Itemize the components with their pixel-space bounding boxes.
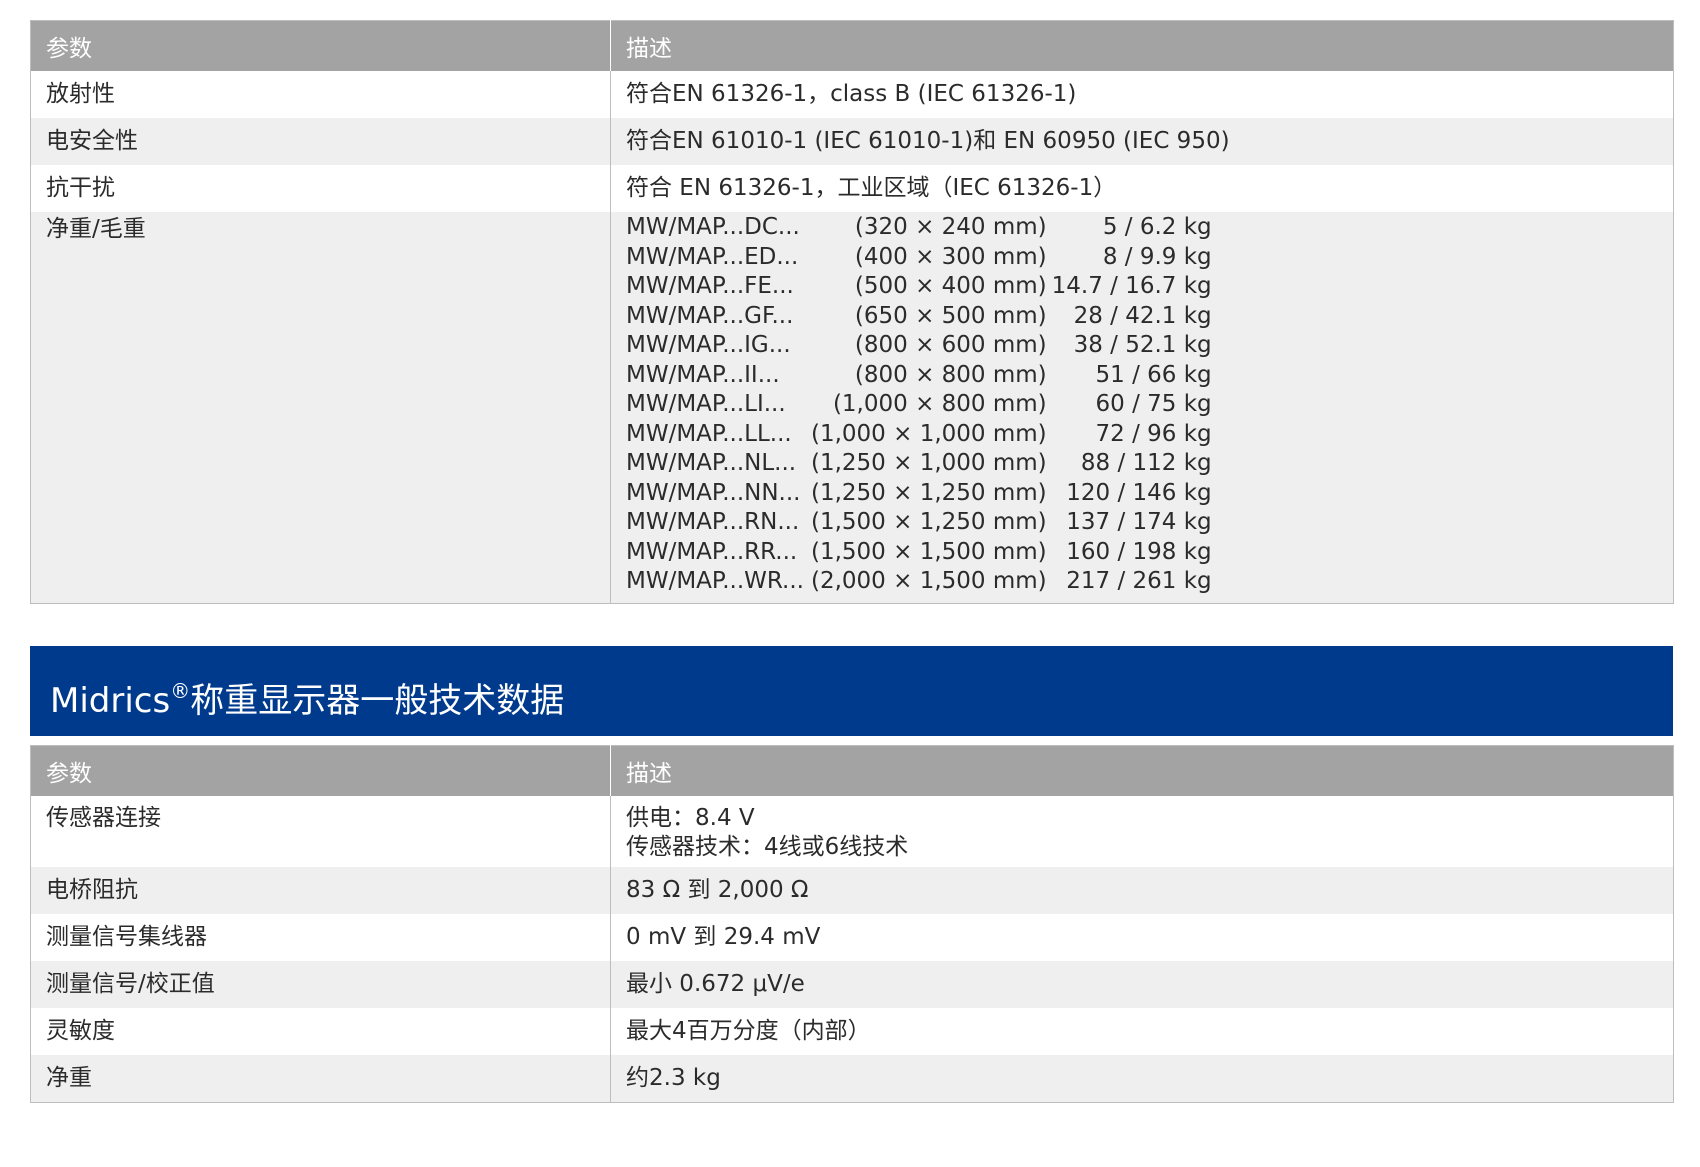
weight-row: MW/MAP...RN... (1,500 × 1,250 mm) 137 / 17…: [626, 508, 1212, 538]
section-title-suffix: 称重显示器一般技术数据: [190, 681, 565, 721]
param-cell: 净重/毛重: [30, 212, 611, 603]
desc-cell: 符合EN 61326-1，class B (IEC 61326-1): [610, 71, 1674, 118]
table-row: 测量信号/校正值 最小 0.672 μV/e: [30, 961, 1674, 1008]
table-row: 测量信号集线器 0 mV 到 29.4 mV: [31, 914, 1674, 961]
net-gross-weight: 120 / 146 kg: [1066, 479, 1212, 506]
net-gross-weight: 51 / 66 kg: [1095, 361, 1212, 388]
param-cell: 净重: [30, 1055, 611, 1103]
table-row: 灵敏度 最大4百万分度（内部）: [31, 1008, 1674, 1055]
desc-line: 传感器技术：4线或6线技术: [626, 834, 909, 860]
weight-row: MW/MAP...WR... (2,000 × 1,500 mm) 217 / 26…: [626, 567, 1212, 597]
platform-dimensions: (800 × 800 mm): [854, 361, 1047, 388]
model-code: MW/MAP...WR...: [626, 568, 804, 594]
weight-row: MW/MAP...GF... (650 × 500 mm) 28 / 42.1 kg: [626, 302, 1212, 332]
weight-row: MW/MAP...NN... (1,250 × 1,250 mm) 120 / 14…: [626, 479, 1212, 509]
model-code: MW/MAP...NL...: [626, 450, 797, 476]
weight-list-cell: MW/MAP...DC... (320 × 240 mm) 5 / 6.2 kg MW…: [610, 212, 1674, 603]
platform-dimensions: (1,500 × 1,250 mm): [811, 509, 1047, 535]
desc-cell: 83 Ω 到 2,000 Ω: [610, 867, 1674, 914]
weight-row: MW/MAP...IG... (800 × 600 mm) 38 / 52.1 kg: [626, 331, 1212, 361]
platform-dimensions: (400 × 300 mm): [854, 243, 1047, 270]
table-row: 电安全性 符合EN 61010-1 (IEC 61010-1)和 EN 6095…: [30, 118, 1674, 165]
desc-cell: 最大4百万分度（内部）: [610, 1008, 1674, 1055]
table-row: 净重/毛重 MW/MAP...DC... (320 × 240 mm) 5 / 6.…: [30, 212, 1674, 603]
weight-row: MW/MAP...DC... (320 × 240 mm) 5 / 6.2 kg: [626, 213, 1212, 243]
weight-row: MW/MAP...FE... (500 × 400 mm) 14.7 / 16.7 …: [626, 272, 1212, 302]
param-cell: 抗干扰: [46, 175, 115, 201]
param-cell: 电桥阻抗: [30, 867, 611, 914]
param-cell: 电安全性: [30, 118, 611, 165]
model-code: MW/MAP...RN...: [626, 509, 800, 535]
registered-mark: ®: [170, 679, 191, 703]
column-header-desc: 描述: [610, 20, 1674, 71]
net-gross-weight: 72 / 96 kg: [1095, 420, 1212, 447]
weight-row: MW/MAP...RR... (1,500 × 1,500 mm) 160 / 19…: [626, 538, 1212, 568]
param-cell: 测量信号集线器: [46, 924, 207, 950]
net-gross-weight: 60 / 75 kg: [1095, 391, 1212, 417]
param-cell: 灵敏度: [46, 1018, 115, 1044]
net-gross-weight: 28 / 42.1 kg: [1073, 302, 1212, 329]
net-gross-weight: 217 / 261 kg: [1066, 568, 1212, 594]
platform-dimensions: (320 × 240 mm): [854, 214, 1047, 240]
net-gross-weight: 5 / 6.2 kg: [1102, 214, 1212, 240]
param-cell: 测量信号/校正值: [30, 961, 611, 1008]
platform-dimensions: (650 × 500 mm): [854, 302, 1047, 329]
weight-row: MW/MAP...LL... (1,000 × 1,000 mm) 72 / 96 …: [626, 420, 1212, 450]
table-header-row: 参数 描述: [30, 20, 1674, 71]
section-title-prefix: Midrics: [50, 681, 171, 721]
section-title-banner: Midrics®称重显示器一般技术数据: [30, 646, 1673, 736]
platform-dimensions: (1,500 × 1,500 mm): [811, 538, 1047, 565]
table-header-row: 参数 描述: [30, 745, 1674, 796]
model-code: MW/MAP...NN...: [626, 479, 801, 506]
desc-cell: 约2.3 kg: [610, 1055, 1674, 1103]
platform-dimensions: (800 × 600 mm): [854, 332, 1047, 358]
platform-dimensions: (1,250 × 1,000 mm): [811, 450, 1047, 476]
param-cell: 放射性: [46, 81, 115, 107]
desc-cell: 最小 0.672 μV/e: [610, 961, 1674, 1008]
model-code: MW/MAP...II...: [626, 361, 780, 388]
column-header-param: 参数: [30, 20, 611, 71]
table-row: 传感器连接 供电：8.4 V 传感器技术：4线或6线技术: [31, 796, 1674, 867]
model-code: MW/MAP...LI...: [626, 391, 786, 417]
spec-table-general: 参数 描述 放射性 符合EN 61326-1，class B (IEC 6132…: [30, 20, 1674, 604]
desc-line: 供电：8.4 V: [626, 805, 755, 831]
table-row: 净重 约2.3 kg: [30, 1055, 1674, 1103]
weight-row: MW/MAP...ED... (400 × 300 mm) 8 / 9.9 kg: [626, 243, 1212, 273]
net-gross-weight: 8 / 9.9 kg: [1102, 243, 1212, 270]
param-cell: 传感器连接: [46, 805, 161, 831]
net-gross-weight: 88 / 112 kg: [1080, 450, 1212, 476]
platform-dimensions: (1,000 × 1,000 mm): [811, 420, 1047, 447]
platform-dimensions: (2,000 × 1,500 mm): [811, 568, 1047, 594]
net-gross-weight: 160 / 198 kg: [1066, 538, 1212, 565]
model-code: MW/MAP...RR...: [626, 538, 798, 565]
net-gross-weight: 137 / 174 kg: [1066, 509, 1212, 535]
model-code: MW/MAP...IG...: [626, 332, 791, 358]
spec-table-indicator: 参数 描述 传感器连接 供电：8.4 V 传感器技术：4线或6线技术 电桥阻抗 …: [30, 745, 1674, 1103]
weight-list: MW/MAP...DC... (320 × 240 mm) 5 / 6.2 kg MW…: [626, 213, 1212, 597]
desc-cell: 供电：8.4 V 传感器技术：4线或6线技术: [610, 796, 1674, 867]
model-code: MW/MAP...FE...: [626, 273, 794, 299]
model-code: MW/MAP...LL...: [626, 420, 792, 447]
model-code: MW/MAP...ED...: [626, 243, 799, 270]
platform-dimensions: (1,250 × 1,250 mm): [811, 479, 1047, 506]
platform-dimensions: (1,000 × 800 mm): [832, 391, 1047, 417]
table-row: 放射性 符合EN 61326-1，class B (IEC 61326-1): [31, 71, 1674, 118]
column-header-desc: 描述: [610, 745, 1674, 796]
weight-row: MW/MAP...LI... (1,000 × 800 mm) 60 / 75 kg: [626, 390, 1212, 420]
desc-cell: 0 mV 到 29.4 mV: [610, 914, 1674, 961]
table-row: 电桥阻抗 83 Ω 到 2,000 Ω: [30, 867, 1674, 914]
net-gross-weight: 38 / 52.1 kg: [1073, 332, 1212, 358]
model-code: MW/MAP...DC...: [626, 214, 800, 240]
weight-row: MW/MAP...II... (800 × 800 mm) 51 / 66 kg: [626, 361, 1212, 391]
desc-cell: 符合EN 61010-1 (IEC 61010-1)和 EN 60950 (IE…: [610, 118, 1674, 165]
model-code: MW/MAP...GF...: [626, 302, 794, 329]
desc-cell: 符合 EN 61326-1，工业区域（IEC 61326-1）: [610, 165, 1674, 212]
platform-dimensions: (500 × 400 mm): [854, 273, 1047, 299]
column-header-param: 参数: [30, 745, 611, 796]
weight-row: MW/MAP...NL... (1,250 × 1,000 mm) 88 / 112…: [626, 449, 1212, 479]
table-row: 抗干扰 符合 EN 61326-1，工业区域（IEC 61326-1）: [31, 165, 1674, 212]
net-gross-weight: 14.7 / 16.7 kg: [1051, 273, 1212, 299]
